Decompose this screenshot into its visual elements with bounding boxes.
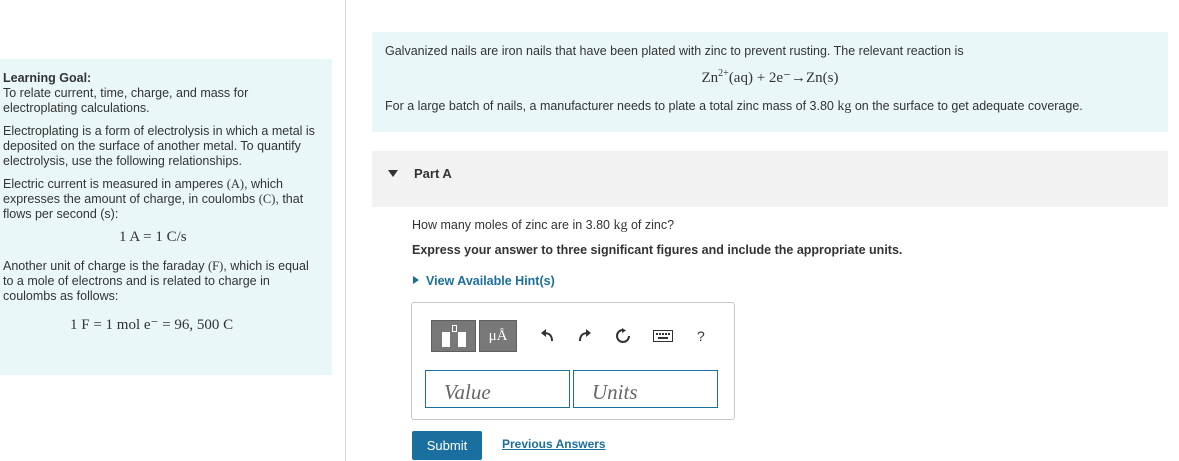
collapse-triangle-icon[interactable] (388, 170, 398, 177)
previous-answers-link[interactable]: Previous Answers (502, 437, 606, 451)
undo-icon[interactable] (539, 328, 555, 344)
intro-mass-text: For a large batch of nails, a manufactur… (385, 99, 1083, 114)
submit-button[interactable]: Submit (412, 431, 482, 460)
answer-box: μÅ ? (411, 302, 735, 420)
view-hints-link[interactable]: View Available Hint(s) (413, 274, 555, 288)
answer-toolbar: μÅ ? (431, 320, 705, 352)
units-icon: μÅ (488, 327, 508, 344)
answer-inputs (425, 370, 718, 408)
learning-goal-panel: Learning Goal: To relate current, time, … (0, 59, 332, 375)
intro-text: Galvanized nails are iron nails that hav… (385, 44, 964, 58)
part-a-header[interactable]: Part A (372, 151, 1168, 207)
current-paragraph: Electric current is measured in amperes … (3, 177, 304, 221)
value-input[interactable] (425, 370, 570, 408)
caret-right-icon (413, 276, 419, 284)
keyboard-icon[interactable] (653, 328, 673, 344)
redo-icon[interactable] (577, 328, 593, 344)
part-a-label: Part A (414, 166, 452, 181)
column-divider (345, 0, 346, 461)
question-text: How many moles of zinc are in 3.80 kg of… (412, 218, 675, 233)
answer-instructions: Express your answer to three significant… (412, 243, 903, 257)
faraday-equation: 1 F = 1 mol e⁻ = 96, 500 C (70, 317, 234, 333)
faraday-paragraph: Another unit of charge is the faraday (F… (3, 259, 309, 303)
ampere-equation: 1 A = 1 C/s (119, 229, 187, 245)
goal-title: Learning Goal: (3, 71, 92, 85)
templates-button[interactable] (431, 320, 476, 352)
goal-text: To relate current, time, charge, and mas… (3, 86, 249, 115)
reset-icon[interactable] (615, 328, 631, 344)
reaction-equation: Zn2+(aq) + 2e⁻→Zn(s) (701, 68, 839, 86)
templates-icon (441, 325, 466, 347)
units-button[interactable]: μÅ (479, 320, 517, 352)
units-input[interactable] (573, 370, 718, 408)
electroplating-paragraph: Electroplating is a form of electrolysis… (3, 124, 315, 168)
help-icon[interactable]: ? (697, 328, 705, 344)
problem-intro: Galvanized nails are iron nails that hav… (372, 32, 1168, 132)
